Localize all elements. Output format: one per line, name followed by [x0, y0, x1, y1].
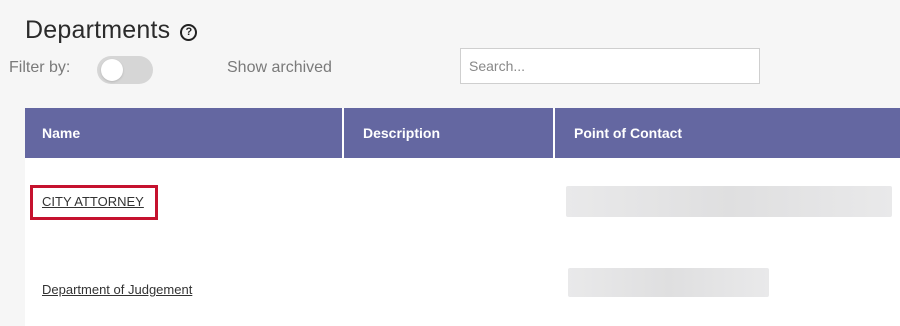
department-link[interactable]: CITY ATTORNEY: [42, 194, 144, 209]
table-header: Name Description Point of Contact: [25, 108, 900, 158]
redacted-contact: [566, 186, 892, 217]
toggle-knob: [101, 59, 123, 81]
table-row: Department of Judgement: [25, 246, 900, 326]
departments-table: Name Description Point of Contact CITY A…: [25, 108, 900, 326]
show-archived-label: Show archived: [227, 59, 332, 76]
table-row: CITY ATTORNEY: [25, 158, 900, 246]
question-circle-icon[interactable]: ?: [180, 24, 198, 41]
show-archived-toggle[interactable]: [97, 56, 153, 84]
column-header-point-of-contact[interactable]: Point of Contact: [557, 108, 900, 158]
department-link[interactable]: Department of Judgement: [42, 282, 192, 297]
redacted-contact: [568, 268, 769, 297]
column-header-name[interactable]: Name: [25, 108, 344, 158]
filter-label: Filter by:: [9, 59, 71, 76]
page-header: Departments ?: [25, 16, 198, 45]
page-title: Departments: [25, 16, 171, 44]
search-input[interactable]: [460, 48, 760, 84]
column-header-description[interactable]: Description: [346, 108, 555, 158]
